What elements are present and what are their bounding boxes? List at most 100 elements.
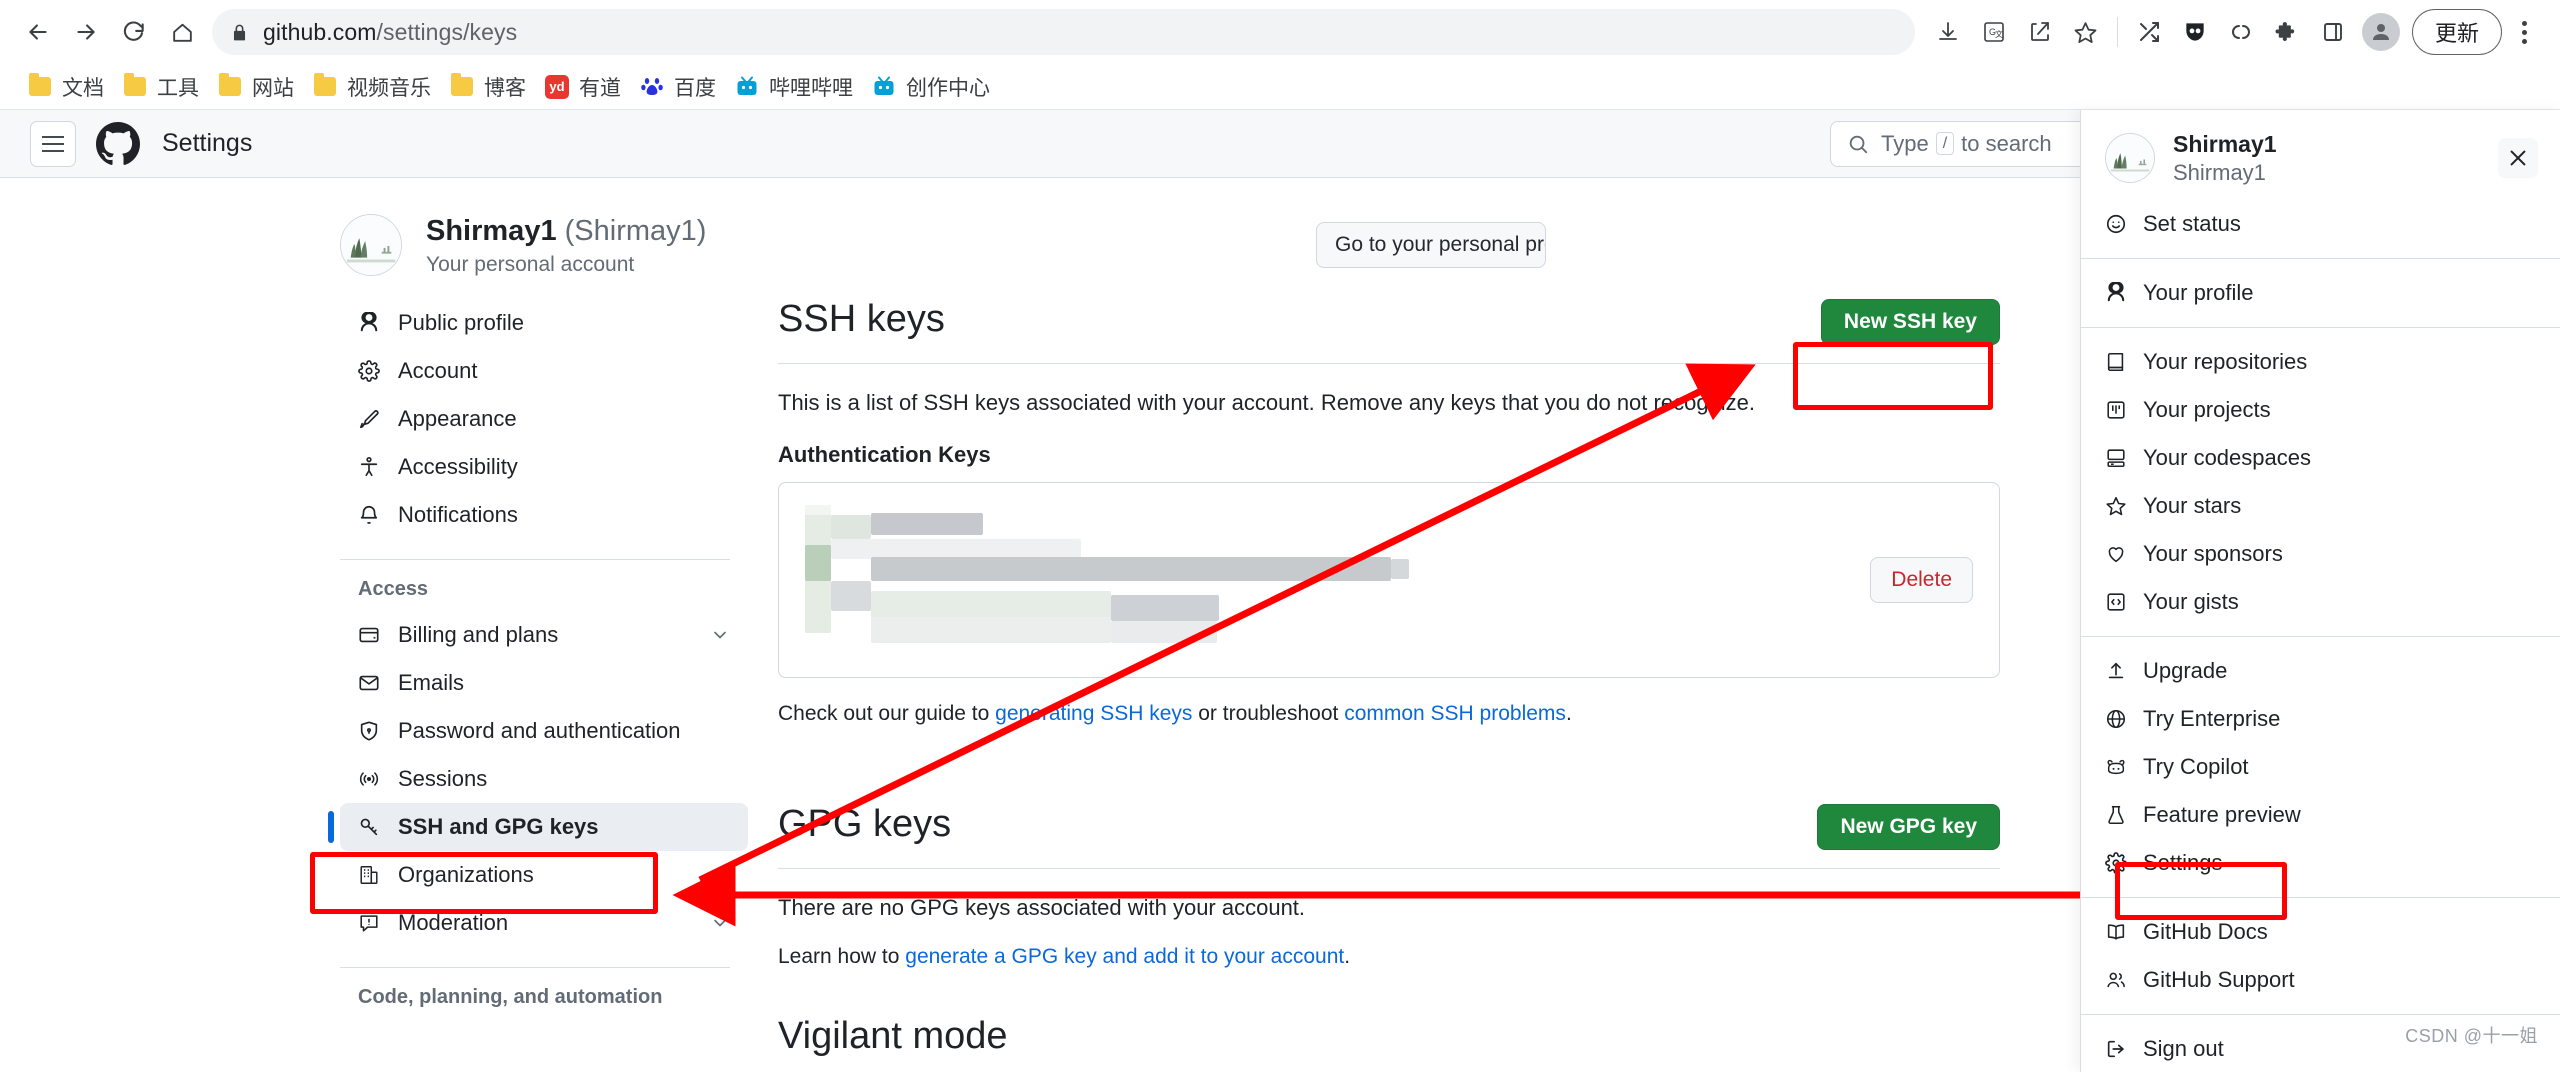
menu-item-your-stars[interactable]: Your stars [2081, 482, 2560, 530]
smiley-icon [2105, 213, 2143, 235]
sidebar-item-appearance[interactable]: Appearance [340, 395, 748, 443]
update-button[interactable]: 更新 [2411, 9, 2502, 55]
star-icon[interactable] [2063, 9, 2109, 55]
sidebar-item-billing-and-plans[interactable]: Billing and plans [340, 611, 748, 659]
menu-item-label: Your stars [2143, 493, 2242, 519]
bookmark-label: 有道 [579, 76, 621, 100]
reload-icon[interactable] [110, 8, 158, 56]
search-icon [1847, 133, 1869, 155]
sidebar-item-password-and-authentication[interactable]: Password and authentication [340, 707, 748, 755]
avatar[interactable] [340, 214, 402, 277]
star-icon [2105, 495, 2143, 517]
bookmark-tools[interactable]: 工具 [113, 70, 208, 104]
folder-icon [449, 73, 475, 100]
common-ssh-problems-link[interactable]: common SSH problems [1344, 702, 1566, 725]
vigilant-mode-title: Vigilant mode [778, 1014, 1008, 1057]
browser-toolbar: github.com/settings/keys G文 更新 [0, 0, 2560, 64]
share-icon[interactable] [2017, 9, 2063, 55]
sidebar-item-label: Appearance [398, 405, 517, 431]
slash-key-hint: / [1935, 132, 1955, 155]
bookmark-docs[interactable]: 文档 [18, 70, 113, 104]
copilot-icon [2105, 756, 2143, 778]
home-icon[interactable] [158, 8, 206, 56]
forward-arrow-icon[interactable] [62, 8, 110, 56]
generating-ssh-keys-link[interactable]: generating SSH keys [995, 702, 1192, 725]
menu-item-settings[interactable]: Settings [2081, 839, 2560, 887]
sidebar-divider-2 [340, 966, 730, 968]
sidebar-item-ssh-and-gpg-keys[interactable]: SSH and GPG keys [328, 802, 748, 851]
sidebar-group-code-planning-automation: Code, planning, and automation [358, 985, 663, 1008]
browser-menu-icon[interactable] [2502, 9, 2546, 55]
sidebar-item-accessibility[interactable]: Accessibility [340, 443, 748, 491]
menu-separator [2081, 258, 2560, 260]
menu-item-label: GitHub Support [2143, 967, 2295, 993]
menu-item-your-sponsors[interactable]: Your sponsors [2081, 530, 2560, 578]
close-icon[interactable] [2498, 138, 2538, 179]
menu-item-label: Upgrade [2143, 658, 2228, 684]
address-bar[interactable]: github.com/settings/keys [212, 9, 1915, 55]
bookmark-baidu[interactable]: 百度 [630, 70, 725, 104]
bookmark-youdao[interactable]: yd 有道 [535, 70, 630, 104]
bookmark-bilibili[interactable]: 哔哩哔哩 [725, 70, 862, 104]
sidebar-item-sessions[interactable]: Sessions [340, 755, 748, 803]
menu-item-try-copilot[interactable]: Try Copilot [2081, 743, 2560, 791]
menu-item-github-docs[interactable]: GitHub Docs [2081, 908, 2560, 956]
bookmark-video-music[interactable]: 视频音乐 [303, 70, 440, 104]
hamburger-icon[interactable] [30, 120, 76, 167]
new-ssh-key-button[interactable]: New SSH key [1820, 298, 2000, 345]
bookmark-websites[interactable]: 网站 [208, 70, 303, 104]
browser-profile-avatar[interactable] [2361, 13, 2400, 51]
menu-item-label: Try Copilot [2143, 754, 2249, 780]
back-arrow-icon[interactable] [14, 8, 62, 56]
new-gpg-key-button[interactable]: New GPG key [1817, 803, 2000, 850]
github-mark-icon[interactable] [96, 121, 140, 166]
menu-item-your-codespaces[interactable]: Your codespaces [2081, 434, 2560, 482]
sidebar-item-notifications[interactable]: Notifications [340, 491, 748, 539]
menu-item-github-support[interactable]: GitHub Support [2081, 956, 2560, 1004]
book-icon [2105, 921, 2143, 943]
shield-lock-icon [358, 720, 390, 742]
bitwarden-icon[interactable] [2172, 9, 2218, 55]
menu-item-your-projects[interactable]: Your projects [2081, 386, 2560, 434]
go-to-personal-profile-button[interactable]: Go to your personal profile [1316, 222, 1546, 268]
bell-icon [358, 504, 390, 526]
sidebar-item-moderation[interactable]: Moderation [340, 899, 748, 947]
menu-item-upgrade[interactable]: Upgrade [2081, 647, 2560, 695]
download-icon[interactable] [1925, 9, 1971, 55]
mail-icon [358, 672, 390, 694]
settings-sidebar: Public profile Account Appearance Access… [328, 299, 778, 1058]
menu-item-label: Sign out [2143, 1036, 2224, 1062]
menu-item-feature-preview[interactable]: Feature preview [2081, 791, 2560, 839]
menu-item-your-gists[interactable]: Your gists [2081, 578, 2560, 626]
translate-icon[interactable]: G文 [1971, 9, 2017, 55]
menu-item-label: Your repositories [2143, 349, 2308, 375]
sidebar-item-emails[interactable]: Emails [340, 659, 748, 707]
bookmark-creator-center[interactable]: 创作中心 [862, 70, 999, 104]
generate-gpg-key-link[interactable]: generate a GPG key and add it to your ac… [905, 945, 1344, 968]
report-icon [358, 912, 390, 934]
user-menu-header: Shirmay1 Shirmay1 [2081, 110, 2560, 200]
section-rule-2 [778, 867, 2000, 869]
puzzle-icon[interactable] [2264, 9, 2310, 55]
menu-item-set-status[interactable]: Set status [2081, 200, 2560, 248]
shuffle-icon[interactable] [2126, 9, 2172, 55]
upload-icon [2105, 660, 2143, 682]
sidebar-item-organizations[interactable]: Organizations [340, 851, 748, 899]
menu-item-your-profile[interactable]: Your profile [2081, 269, 2560, 317]
menu-item-try-enterprise[interactable]: Try Enterprise [2081, 695, 2560, 743]
bookmarks-bar: 文档 工具 网站 视频音乐 博客 yd 有道 百度 哔哩哔哩 创作中心 [0, 64, 2560, 110]
bookmark-blog[interactable]: 博客 [440, 70, 535, 104]
gpg-keys-section-header: GPG keys New GPG key [778, 803, 2000, 850]
chevron-down-icon[interactable] [710, 625, 730, 645]
account-identity: Shirmay1 (Shirmay1) Your personal accoun… [426, 214, 706, 277]
delete-ssh-key-button[interactable]: Delete [1870, 556, 1973, 603]
sidebar-item-account[interactable]: Account [340, 347, 748, 395]
side-panel-icon[interactable] [2310, 9, 2356, 55]
chevron-down-icon[interactable] [710, 913, 730, 933]
folder-icon [217, 73, 243, 100]
loop-icon[interactable] [2218, 9, 2264, 55]
avatar[interactable] [2105, 133, 2155, 184]
menu-item-your-repositories[interactable]: Your repositories [2081, 338, 2560, 386]
paintbrush-icon [358, 408, 390, 430]
sidebar-item-public-profile[interactable]: Public profile [340, 299, 748, 347]
